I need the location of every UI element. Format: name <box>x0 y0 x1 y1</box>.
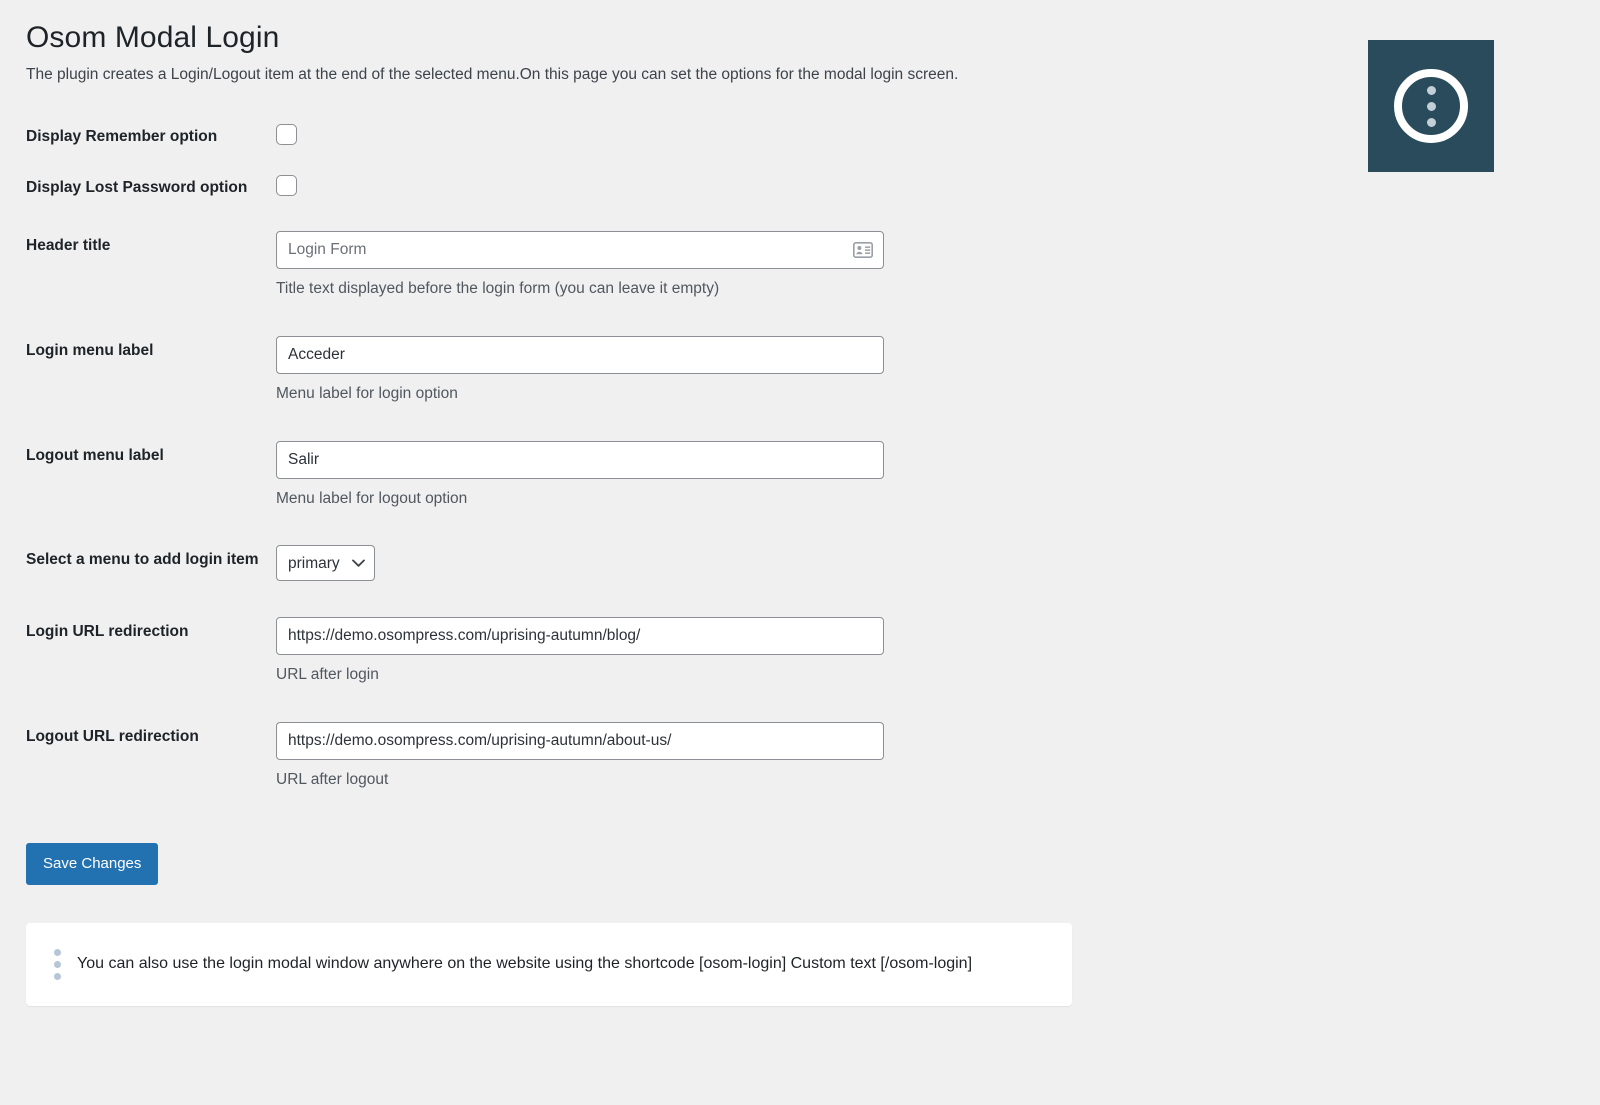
submit-row: Save Changes <box>26 842 1600 885</box>
row-logout-menu-label: Logout menu label Menu label for logout … <box>26 423 894 528</box>
notice-dot-2 <box>54 960 61 968</box>
help-logout-url: URL after logout <box>276 770 389 788</box>
notice-text: You can also use the login modal window … <box>77 954 973 972</box>
label-logout-menu-label: Logout menu label <box>26 446 164 464</box>
menu-select[interactable]: primary <box>276 545 375 582</box>
notice-dot-3 <box>54 972 61 980</box>
help-header-title: Title text displayed before the login fo… <box>276 280 720 298</box>
label-menu-select: Select a menu to add login item <box>26 551 259 569</box>
row-display-remember: Display Remember option <box>26 112 894 162</box>
help-login-menu-label: Menu label for login option <box>276 384 458 402</box>
row-login-menu-label: Login menu label Menu label for login op… <box>26 318 894 423</box>
logout-menu-label-input[interactable] <box>276 440 884 479</box>
label-display-lost-password: Display Lost Password option <box>26 178 248 196</box>
row-login-url: Login URL redirection URL after login <box>26 599 894 704</box>
logo-dot-1 <box>1426 85 1436 95</box>
header-title-field-wrap <box>276 231 884 270</box>
logout-url-input[interactable] <box>276 721 884 760</box>
row-logout-url: Logout URL redirection URL after logout <box>26 704 894 809</box>
logo-dot-3 <box>1426 117 1436 127</box>
login-menu-label-input[interactable] <box>276 335 884 374</box>
logo-dot-2 <box>1426 101 1436 111</box>
row-display-lost-password: Display Lost Password option <box>26 163 894 213</box>
label-logout-url: Logout URL redirection <box>26 727 199 745</box>
menu-select-wrap: primary <box>276 545 375 582</box>
page-description: The plugin creates a Login/Logout item a… <box>26 66 959 83</box>
display-remember-checkbox[interactable] <box>276 124 297 146</box>
label-display-remember: Display Remember option <box>26 128 218 146</box>
display-lost-password-checkbox[interactable] <box>276 174 297 196</box>
row-header-title: Header title Title text displa <box>26 213 894 318</box>
label-login-menu-label: Login menu label <box>26 341 154 359</box>
row-menu-select: Select a menu to add login item primary <box>26 527 894 599</box>
login-url-input[interactable] <box>276 617 884 656</box>
help-logout-menu-label: Menu label for logout option <box>276 489 468 507</box>
page-title: Osom Modal Login <box>26 21 280 54</box>
help-login-url: URL after login <box>276 666 379 684</box>
settings-page: Osom Modal Login The plugin creates a Lo… <box>0 0 1600 1006</box>
shortcode-notice: You can also use the login modal window … <box>26 922 1072 1006</box>
label-header-title: Header title <box>26 237 111 255</box>
logo-circle-icon <box>1394 69 1468 143</box>
plugin-logo <box>1368 40 1494 172</box>
vertical-dots-icon <box>50 948 61 980</box>
save-changes-button[interactable]: Save Changes <box>26 842 159 885</box>
header-title-input[interactable] <box>276 231 884 270</box>
settings-form-table: Display Remember option Display Lost Pas… <box>26 112 894 808</box>
label-login-url: Login URL redirection <box>26 623 189 641</box>
notice-dot-1 <box>54 948 61 956</box>
